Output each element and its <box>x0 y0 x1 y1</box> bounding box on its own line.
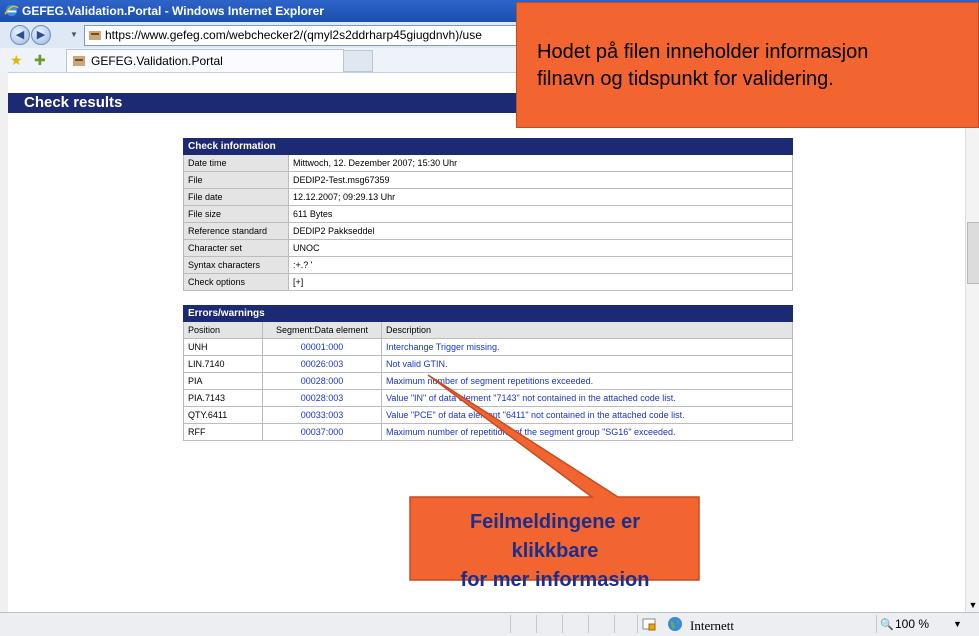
page-title: Check results <box>24 94 123 111</box>
error-position: LIN.7140 <box>183 355 263 373</box>
row-value: :+.? ' <box>288 256 793 274</box>
error-segment-link[interactable]: 00028:000 <box>301 376 344 386</box>
error-position: QTY.6411 <box>183 406 263 424</box>
table-row: Date time Mittwoch, 12. Dezember 2007; 15… <box>183 154 793 172</box>
error-description-link[interactable]: Value "PCE" of data element "6411" not c… <box>386 410 685 420</box>
zoom-level[interactable]: 100 % <box>895 617 929 631</box>
errors-warnings-caption: Errors/warnings <box>183 305 793 322</box>
zoom-icon[interactable]: 🔍 <box>880 618 894 631</box>
error-segment-link[interactable]: 00037:000 <box>301 427 344 437</box>
add-favorites-icon[interactable]: ✚ <box>34 52 46 69</box>
callout-bottom-line2: for mer informasion <box>460 569 650 591</box>
row-value: Mittwoch, 12. Dezember 2007; 15:30 Uhr <box>288 154 793 172</box>
internet-zone-globe-icon <box>668 617 682 631</box>
row-label: Date time <box>183 154 289 172</box>
callout-bottom-line1: Feilmeldingene er klikkbare <box>469 511 641 562</box>
status-bar: Internett 🔍 100 % ▼ <box>0 612 979 636</box>
errors-warnings-table: Errors/warnings Position Segment:Data el… <box>183 305 793 441</box>
error-segment-link[interactable]: 00001:000 <box>301 342 344 352</box>
row-label: Syntax characters <box>183 256 289 274</box>
new-tab-button[interactable] <box>343 50 373 72</box>
history-dropdown-icon[interactable]: ▼ <box>70 30 78 39</box>
tab-favicon-icon <box>73 56 85 66</box>
check-information-caption: Check information <box>183 138 793 155</box>
error-segment-link[interactable]: 00028:003 <box>301 393 344 403</box>
window-title: GEFEG.Validation.Portal - Windows Intern… <box>22 4 324 18</box>
security-zone-label: Internett <box>690 618 735 633</box>
protected-mode-icon[interactable] <box>641 616 657 632</box>
error-position: UNH <box>183 338 263 356</box>
error-description-link[interactable]: Value "IN" of data element "7143" not co… <box>386 393 676 403</box>
error-segment-link[interactable]: 00026:003 <box>301 359 344 369</box>
table-row: Check options [+] <box>183 273 793 291</box>
scroll-down-icon[interactable]: ▼ <box>966 598 979 612</box>
address-url: https://www.gefeg.com/webchecker2/(qmyl2… <box>105 28 482 42</box>
row-value: 12.12.2007; 09:29.13 Uhr <box>288 188 793 206</box>
row-label: File date <box>183 188 289 206</box>
row-label: File size <box>183 205 289 223</box>
back-button[interactable]: ◀ <box>10 25 30 45</box>
table-row: File DEDIP2-Test.msg67359 <box>183 171 793 189</box>
favorites-star-icon[interactable]: ★ <box>10 52 23 69</box>
internet-explorer-icon <box>4 4 19 17</box>
scrollbar-thumb[interactable] <box>967 222 979 284</box>
column-header-description: Description <box>381 321 793 339</box>
callout-top-line2: filnavn og tidspunkt for validering. <box>537 68 834 90</box>
site-favicon-icon <box>89 31 101 40</box>
clickable-errors-callout: Feilmeldingene er klikkbare for mer info… <box>425 508 685 595</box>
error-description-link[interactable]: Not valid GTIN. <box>386 359 448 369</box>
table-row: Character set UNOC <box>183 239 793 257</box>
table-row: QTY.6411 00033:003 Value "PCE" of data e… <box>183 406 793 424</box>
table-row: PIA 00028:000 Maximum number of segment … <box>183 372 793 390</box>
page-left-edge <box>0 72 8 612</box>
table-row: LIN.7140 00026:003 Not valid GTIN. <box>183 355 793 373</box>
row-label: Reference standard <box>183 222 289 240</box>
row-value: 611 Bytes <box>288 205 793 223</box>
error-segment-link[interactable]: 00033:003 <box>301 410 344 420</box>
row-value: UNOC <box>288 239 793 257</box>
table-row: UNH 00001:000 Interchange Trigger missin… <box>183 338 793 356</box>
column-header-position: Position <box>183 321 263 339</box>
row-value: DEDIP2-Test.msg67359 <box>288 171 793 189</box>
row-label: Character set <box>183 239 289 257</box>
error-description-link[interactable]: Maximum number of segment repetitions ex… <box>386 376 593 386</box>
vertical-scrollbar[interactable]: ▼ <box>965 72 979 612</box>
table-row: File size 611 Bytes <box>183 205 793 223</box>
table-row: File date 12.12.2007; 09:29.13 Uhr <box>183 188 793 206</box>
tab-label: GEFEG.Validation.Portal <box>91 54 223 68</box>
row-value: DEDIP2 Pakkseddel <box>288 222 793 240</box>
error-description-link[interactable]: Interchange Trigger missing. <box>386 342 500 352</box>
table-row: PIA.7143 00028:003 Value "IN" of data el… <box>183 389 793 407</box>
table-row: Syntax characters:+.? ' <box>183 256 793 274</box>
table-row: RFF 00037:000 Maximum number of repetiti… <box>183 423 793 441</box>
callout-top-line1: Hodet på filen inneholder informasjon <box>537 41 869 63</box>
row-label: Check options <box>183 273 289 291</box>
check-information-table: Check information Date time Mittwoch, 12.… <box>183 138 793 291</box>
error-description-link[interactable]: Maximum number of repetitions of the seg… <box>386 427 676 437</box>
error-position: PIA <box>183 372 263 390</box>
column-header-segment: Segment:Data element <box>262 321 382 339</box>
zoom-dropdown-icon[interactable]: ▼ <box>953 619 962 629</box>
error-position: RFF <box>183 423 263 441</box>
forward-button[interactable]: ▶ <box>31 25 51 45</box>
header-info-callout: Hodet på filen inneholder informasjon fi… <box>516 2 979 128</box>
row-label: File <box>183 171 289 189</box>
error-position: PIA.7143 <box>183 389 263 407</box>
check-options-toggle[interactable]: [+] <box>288 273 793 291</box>
address-field[interactable]: https://www.gefeg.com/webchecker2/(qmyl2… <box>84 25 526 46</box>
table-row: Reference standard DEDIP2 Pakkseddel <box>183 222 793 240</box>
tab-gefeg-validation[interactable]: GEFEG.Validation.Portal <box>66 49 344 72</box>
